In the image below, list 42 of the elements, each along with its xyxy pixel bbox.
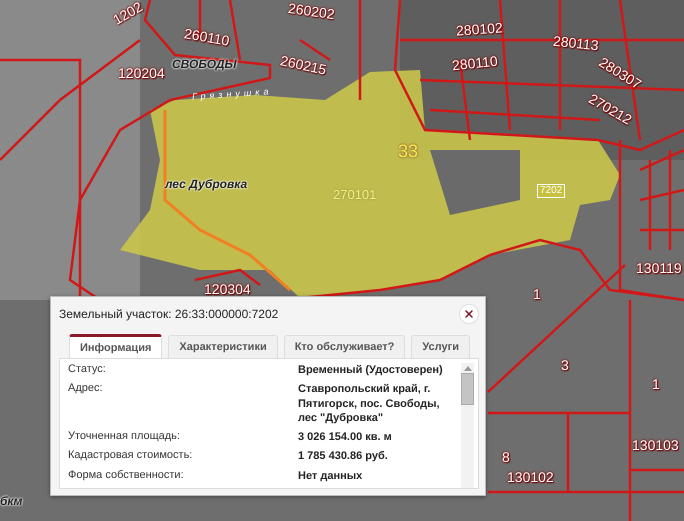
map-label: 3 (561, 358, 569, 372)
field-value: Временный (Удостоверен) (298, 363, 444, 378)
map-label: 260110 (183, 26, 231, 48)
map-label: 33 (398, 142, 418, 160)
popup-title: Земельный участок: 26:33:000000:7202 (59, 307, 278, 321)
scroll-up-icon[interactable] (464, 366, 472, 371)
scroll-thumb[interactable] (461, 373, 474, 405)
map-label: 130103 (632, 438, 679, 452)
field-label: Кадастровая стоимость: (68, 449, 194, 464)
map-label: 7202 (537, 184, 566, 198)
map-label: лес Дубровка (165, 178, 248, 190)
map-label: 8 (502, 450, 510, 464)
map-label: Грязнушка (192, 87, 273, 102)
tab[interactable]: Информация (69, 334, 162, 358)
map-label: 280113 (552, 34, 600, 52)
close-icon[interactable] (463, 308, 475, 320)
field-label: Статус: (68, 363, 107, 377)
map-label: СВОБОДЫ (172, 58, 237, 70)
field-value: Нет данных (298, 468, 364, 484)
field-label: Уточненная площадь: (68, 430, 181, 444)
map-label: 120304 (204, 282, 251, 296)
tab[interactable]: Услуги (411, 335, 470, 358)
map-label: 120204 (118, 66, 165, 80)
map-label: бкм (0, 495, 22, 507)
map-label: 1202 (110, 0, 145, 27)
map-label: 280110 (451, 54, 498, 72)
map-label: 130102 (507, 470, 554, 484)
field-value: 1 785 430.86 руб. (298, 449, 389, 464)
scrollbar[interactable] (461, 363, 474, 488)
field-value: 3 026 154.00 кв. м (298, 430, 393, 444)
map-label: 1 (652, 377, 660, 391)
map-label: 130119 (636, 261, 682, 275)
map-label: 280102 (456, 20, 504, 38)
tab[interactable]: Кто обслуживает? (284, 335, 406, 358)
close-button[interactable] (459, 304, 479, 324)
map-label: 1 (533, 287, 541, 301)
field-label: Адрес: (68, 382, 104, 396)
map-label: 260215 (279, 53, 328, 77)
map-label: 260202 (287, 0, 336, 22)
field-label: Форма собственности: (68, 468, 185, 483)
tab[interactable]: Характеристики (168, 335, 278, 358)
field-value: Ставропольский край, г. Пятигорск, пос. Свободы, лес "Дубровка" (298, 382, 441, 426)
